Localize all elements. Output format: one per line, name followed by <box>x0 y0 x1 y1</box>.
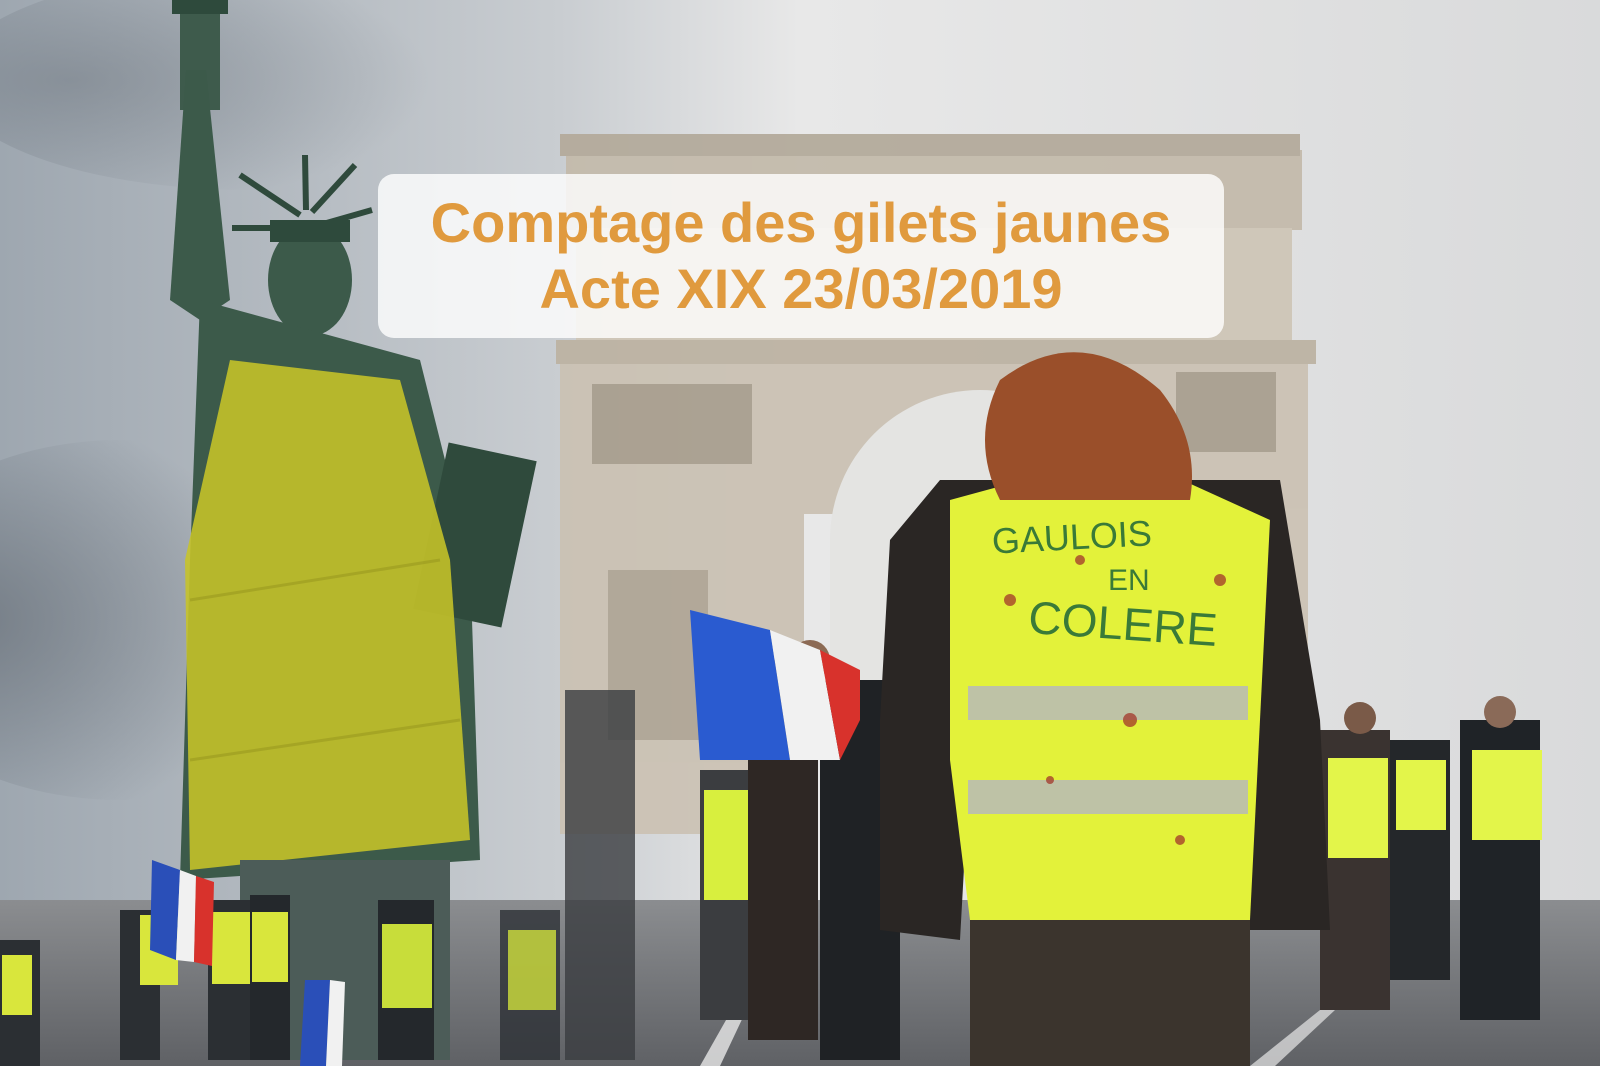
title-card: Comptage des gilets jaunes Acte XIX 23/0… <box>378 174 1224 338</box>
title-line-2: Acte XIX 23/03/2019 <box>539 257 1063 320</box>
protest-photo: GAULOIS EN COLERE <box>0 0 1600 1066</box>
vest-text-en: EN <box>1108 564 1150 597</box>
photo-collage: GAULOIS EN COLERE Comptage des gilets ja… <box>0 0 1600 1066</box>
vest-text-gaulois: GAULOIS <box>991 512 1153 561</box>
title-line-1: Comptage des gilets jaunes <box>430 191 1172 254</box>
